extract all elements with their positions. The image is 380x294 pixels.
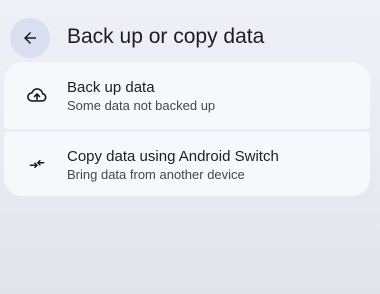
cloud-upload-icon bbox=[26, 84, 48, 106]
option-title: Copy data using Android Switch bbox=[67, 148, 279, 165]
back-button[interactable] bbox=[10, 18, 50, 58]
option-title: Back up data bbox=[67, 79, 155, 96]
swap-arrows-icon bbox=[26, 153, 48, 175]
option-subtitle: Bring data from another device bbox=[67, 167, 245, 182]
option-subtitle: Some data not backed up bbox=[67, 98, 216, 113]
options-list: Back up data Some data not backed up Cop… bbox=[4, 62, 370, 196]
backup-copy-screen: Back up or copy data Back up data Some d… bbox=[0, 0, 380, 294]
top-app-bar: Back up or copy data bbox=[0, 16, 380, 60]
copy-data-option[interactable]: Copy data using Android Switch Bring dat… bbox=[4, 132, 370, 196]
back-up-data-option[interactable]: Back up data Some data not backed up bbox=[4, 62, 370, 129]
page-title: Back up or copy data bbox=[67, 25, 265, 48]
arrow-back-icon bbox=[21, 29, 39, 47]
